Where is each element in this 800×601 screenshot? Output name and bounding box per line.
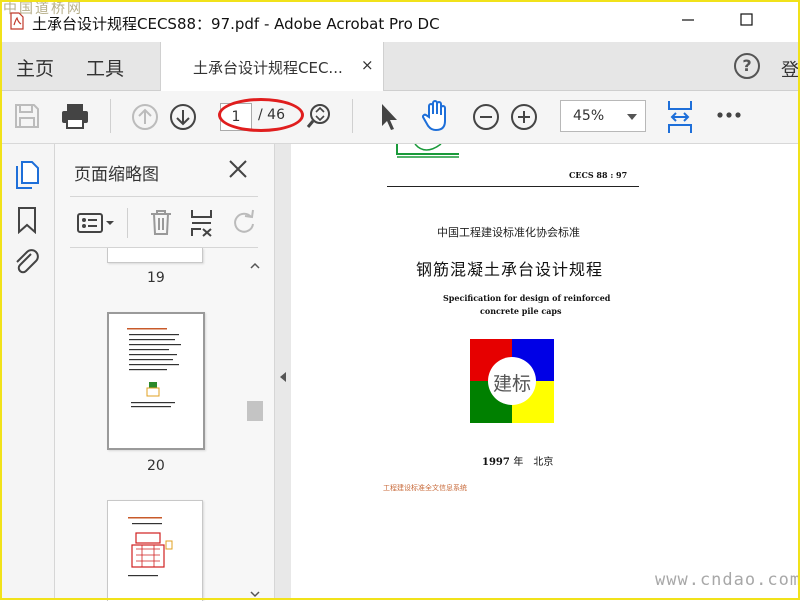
toolbar-separator: [110, 99, 111, 133]
extract-pages-icon[interactable]: [189, 208, 215, 238]
hand-tool-icon[interactable]: [420, 99, 452, 133]
signin-link[interactable]: 登: [781, 56, 799, 82]
tab-tools[interactable]: 工具: [86, 54, 124, 81]
left-rail: [0, 144, 55, 600]
minimize-icon[interactable]: [676, 10, 700, 30]
scroll-up-icon[interactable]: [250, 262, 260, 270]
print-icon[interactable]: [60, 102, 90, 130]
thumbnail-options-icon[interactable]: [77, 210, 115, 236]
standard-code: CECS 88 : 97: [569, 170, 628, 180]
pdf-file-icon: [10, 12, 24, 30]
thumbnail-panel: 页面缩略图 19 20: [55, 144, 274, 601]
tab-bar: 主页 工具 土承台设计规程CEC... ×: [0, 42, 800, 91]
thumbnail-content: [128, 517, 173, 577]
document-view[interactable]: CECS 88 : 97 中国工程建设标准化协会标准 钢筋混凝土承台设计规程 S…: [291, 144, 800, 600]
page-thumbnails-icon[interactable]: [14, 160, 40, 190]
watermark-bottom: www.cndao.com: [655, 570, 800, 590]
header-rule: [387, 186, 639, 187]
zoom-magnifier-icon[interactable]: [305, 102, 333, 130]
zoom-out-icon[interactable]: [472, 103, 500, 131]
toolbar: 1 / 46 45%: [0, 91, 800, 144]
document-title: 钢筋混凝土承台设计规程: [416, 260, 604, 279]
document-tab-label: 土承台设计规程CEC...: [193, 59, 343, 77]
thumbnail-label: 20: [147, 458, 165, 474]
next-page-icon[interactable]: [169, 103, 197, 131]
toolbar-separator: [352, 99, 353, 133]
attachment-icon[interactable]: [12, 248, 42, 278]
title-bar: 中国道桥网 土承台设计规程CECS88：97.pdf - Adobe Acrob…: [0, 0, 800, 42]
scrollbar-thumb[interactable]: [247, 401, 263, 421]
association-line: 中国工程建设标准化协会标准: [437, 226, 580, 239]
document-footer: 工程建设标准全文信息系统: [383, 484, 467, 492]
more-options-icon[interactable]: [716, 111, 742, 119]
delete-icon[interactable]: [149, 208, 173, 236]
logo-text: 建标: [492, 373, 531, 395]
publication-place: 年 北京: [513, 457, 554, 468]
previous-page-icon[interactable]: [131, 103, 159, 131]
help-icon[interactable]: ?: [734, 53, 760, 79]
close-panel-icon[interactable]: [227, 158, 249, 180]
window-title: 土承台设计规程CECS88：97.pdf - Adobe Acrobat Pro…: [32, 15, 440, 33]
close-tab-icon[interactable]: ×: [361, 56, 374, 74]
panel-divider: [70, 196, 258, 197]
fit-width-icon[interactable]: [665, 99, 695, 135]
collapse-panel-icon[interactable]: [278, 371, 288, 383]
tab-document[interactable]: 土承台设计规程CEC... ×: [160, 42, 384, 91]
panel-title: 页面缩略图: [74, 165, 159, 185]
thumbnail-page-21[interactable]: [107, 500, 203, 601]
thumbnail-content: [127, 328, 181, 408]
publication-line: 1997 年 北京: [482, 453, 553, 468]
top-logo-fragment: [396, 144, 459, 158]
thumbnail-scrollbar[interactable]: [247, 256, 263, 600]
zoom-value: 45%: [573, 108, 605, 124]
english-title-line2: concrete pile caps: [480, 306, 562, 316]
chevron-down-icon: [627, 114, 637, 120]
panel-splitter[interactable]: [274, 144, 292, 600]
tab-home[interactable]: 主页: [16, 54, 54, 81]
maximize-icon[interactable]: [734, 10, 758, 30]
bookmark-icon[interactable]: [16, 206, 38, 234]
publication-year: 1997: [482, 457, 510, 468]
save-icon[interactable]: [14, 103, 40, 129]
zoom-in-icon[interactable]: [510, 103, 538, 131]
english-title-line1: Specification for design of reinforced: [443, 293, 611, 303]
thumbnail-page-20[interactable]: [107, 312, 205, 450]
scroll-down-icon[interactable]: [250, 590, 260, 598]
annotation-ellipse: [218, 98, 304, 132]
zoom-select[interactable]: 45%: [560, 100, 646, 132]
rotate-icon[interactable]: [231, 209, 257, 235]
panel-tool-separator: [127, 208, 128, 238]
thumbnail-page-19[interactable]: [107, 248, 203, 263]
jianbiao-logo: 建标: [470, 339, 554, 423]
thumbnail-label: 19: [147, 270, 165, 286]
select-arrow-icon[interactable]: [379, 102, 401, 132]
